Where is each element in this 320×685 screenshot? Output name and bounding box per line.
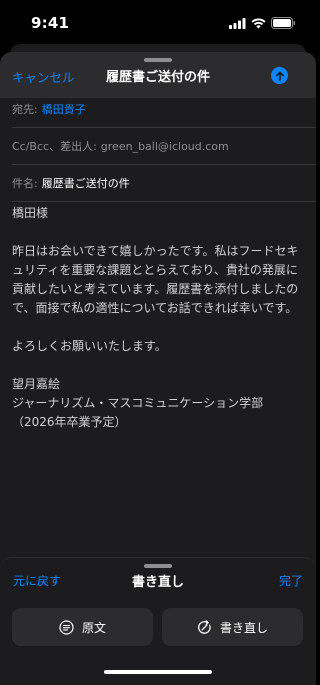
message-body[interactable]: 橋田様 昨日はお会いできて嬉しかったです。私はフードセキュリティを重要な課題とと… [12, 204, 300, 432]
panel-title: 書き直し [131, 575, 184, 590]
wifi-icon [251, 17, 266, 28]
body-paragraph: 昨日はお会いできて嬉しかったです。私はフードセキュリティを重要な課題ととらえてお… [12, 244, 299, 315]
to-field[interactable]: 宛先: 橋田貴子 [12, 91, 316, 128]
rewrite-button[interactable]: 書き直し [162, 608, 303, 646]
rewrite-cycle-icon [198, 619, 211, 634]
body-greeting: 橋田様 [12, 206, 49, 220]
battery-icon [271, 17, 296, 29]
to-label: 宛先: [12, 103, 38, 116]
recipient-token[interactable]: 橋田貴子 [42, 101, 86, 117]
signature-name: 望月嘉絵 [12, 377, 61, 391]
document-lines-icon [59, 619, 74, 635]
original-label: 原文 [81, 620, 106, 635]
home-indicator[interactable] [104, 670, 212, 674]
compose-title: 履歴書ご送付の件 [105, 70, 210, 85]
arrow-up-icon [275, 71, 284, 81]
cc-bcc-from-field[interactable]: Cc/Bcc、差出人: green_ball@icloud.com [12, 128, 316, 165]
status-time: 9:41 [31, 14, 70, 32]
body-closing: よろしくお願いいたします。 [12, 339, 167, 353]
signal-icon [229, 17, 246, 29]
signature-department: ジャーナリズム・マスコミュニケーション学部 [12, 396, 264, 410]
signature-note: （2026年卒業予定） [12, 415, 127, 429]
subject-field[interactable]: 件名: 履歴書ご送付の件 [12, 165, 316, 202]
sheet-grabber[interactable] [144, 58, 172, 62]
original-button[interactable]: 原文 [12, 608, 153, 646]
cc-label: Cc/Bcc、差出人: [12, 140, 97, 153]
panel-grabber[interactable] [144, 564, 172, 568]
done-button[interactable]: 完了 [279, 572, 303, 589]
rewrite-panel: 元に戻す 書き直し 完了 原文 書き直し [0, 557, 316, 685]
subject-label: 件名: [12, 177, 38, 190]
from-address: green_ball@icloud.com [100, 139, 229, 153]
subject-value[interactable]: 履歴書ご送付の件 [42, 175, 130, 191]
status-bar: 9:41 [0, 0, 316, 44]
rewrite-label: 書き直し [219, 620, 268, 635]
status-icons [229, 17, 296, 29]
send-button[interactable] [271, 67, 288, 84]
